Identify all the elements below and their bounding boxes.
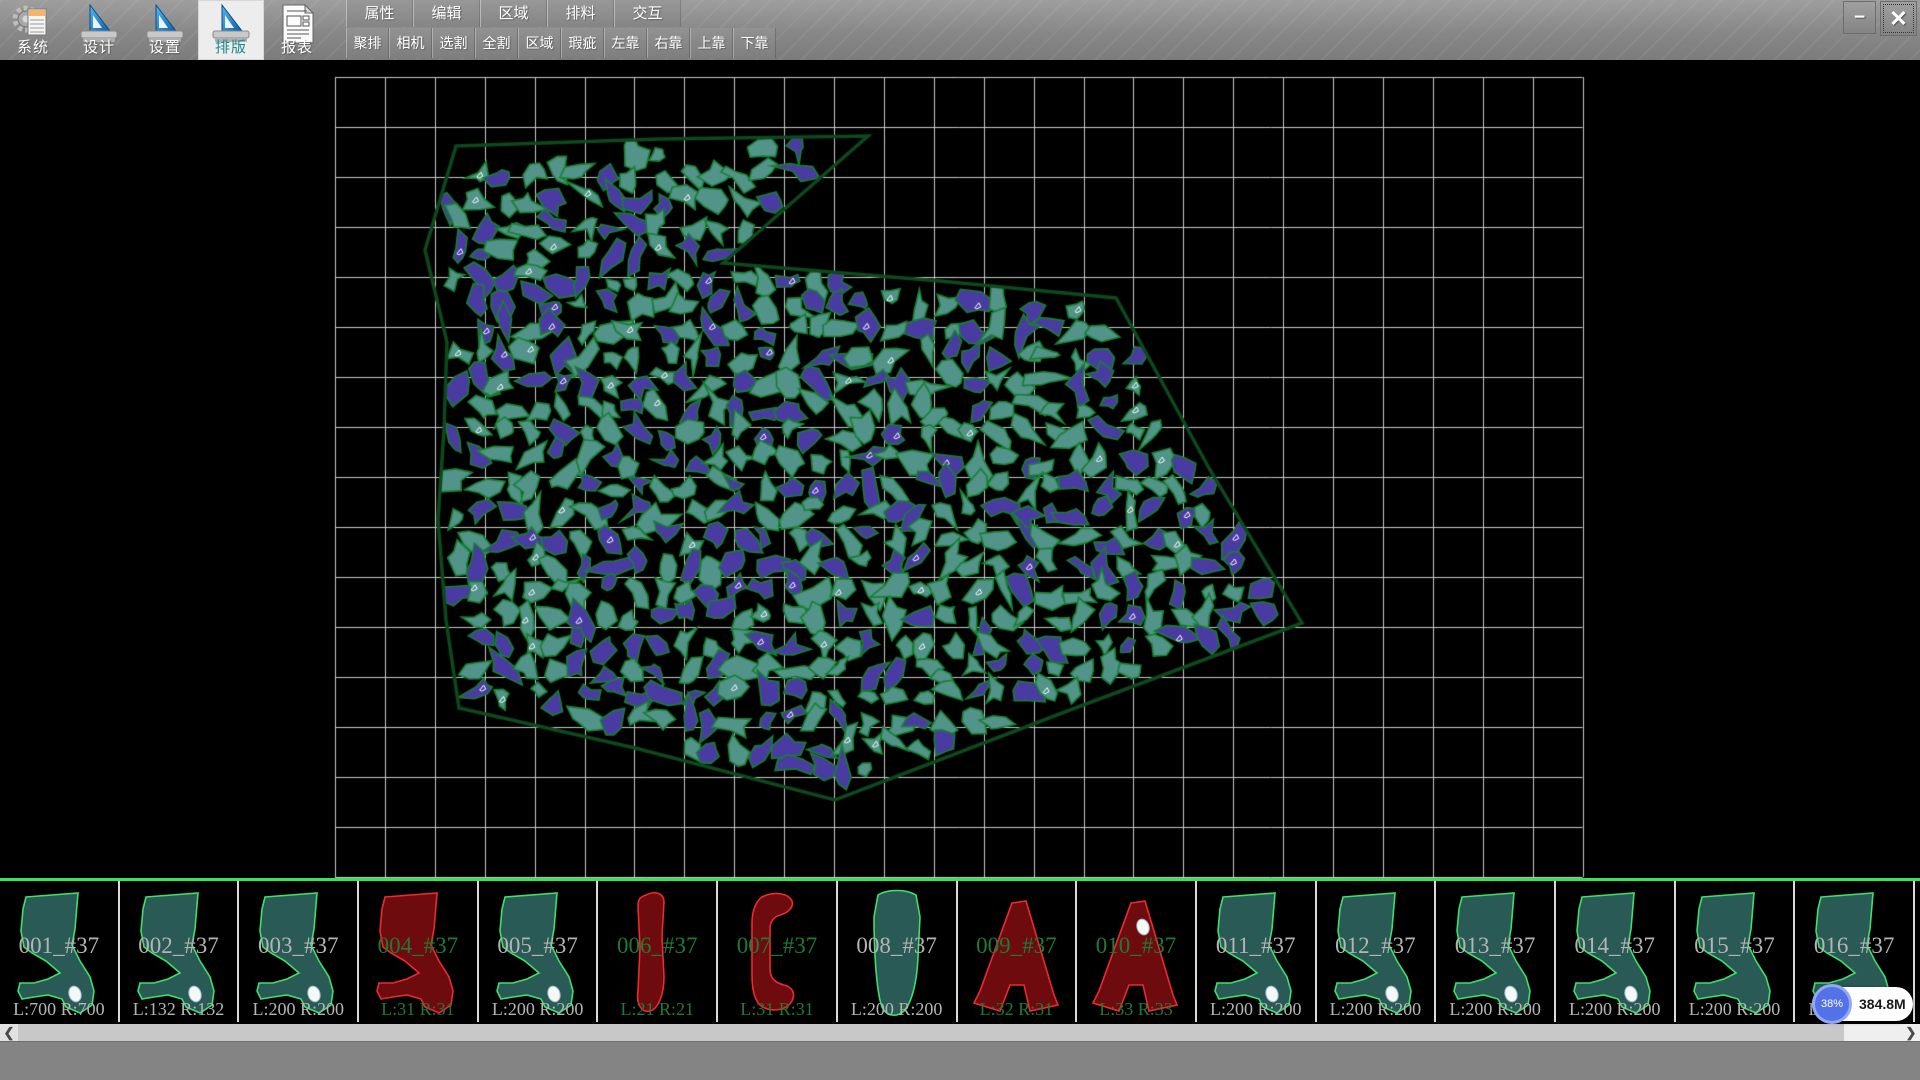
tool-item-9[interactable]: 上靠: [690, 28, 733, 58]
piece-id-label: 004_#37: [359, 933, 477, 959]
piece-id-label: 003_#37: [239, 933, 357, 959]
piece-lr-count-label: L:32 R:31: [958, 999, 1076, 1020]
piece-lr-count-label: L:200 R:200: [1317, 999, 1435, 1020]
piece-id-label: 001_#37: [0, 933, 118, 959]
tool-item-8[interactable]: 右靠: [647, 28, 690, 58]
piece-id-label: 010_#37: [1077, 933, 1195, 959]
menu-item-2[interactable]: 编辑: [413, 0, 480, 27]
piece-thumbnail-3[interactable]: 003_#37 L:200 R:200: [239, 881, 359, 1022]
tool-item-1[interactable]: 聚排: [346, 28, 389, 58]
piece-lr-count-label: L:200 R:200: [239, 999, 357, 1020]
piece-id-label: 016_#37: [1795, 933, 1913, 959]
piece-lr-count-label: L:200 R:200: [1556, 999, 1674, 1020]
nesting-canvas[interactable]: [0, 60, 1920, 878]
horizontal-scrollbar[interactable]: ❮ ❯: [0, 1024, 1920, 1041]
piece-id-label: 006_#37: [598, 933, 716, 959]
window-controls: − ✕: [1843, 1, 1917, 36]
piece-lr-count-label: L:200 R:200: [1436, 999, 1554, 1020]
memory-usage-badge[interactable]: 38% 384.8M: [1812, 987, 1913, 1021]
main-button-5[interactable]: 报表: [264, 0, 330, 60]
piece-id-label: 013_#37: [1436, 933, 1554, 959]
piece-thumbnail-10[interactable]: 010_#37 L:33 R:33: [1077, 881, 1197, 1022]
piece-lr-count-label: L:31 R:31: [718, 999, 836, 1020]
tool-item-7[interactable]: 左靠: [604, 28, 647, 58]
scroll-right-icon[interactable]: ❯: [1902, 1024, 1920, 1041]
main-button-4[interactable]: 排版: [198, 0, 264, 60]
memory-value-label: 384.8M: [1859, 987, 1906, 1021]
main-button-label: 系统: [0, 36, 66, 57]
piece-thumbnail-12[interactable]: 012_#37 L:200 R:200: [1317, 881, 1437, 1022]
scrollbar-thumb[interactable]: [18, 1024, 1844, 1041]
tool-item-2[interactable]: 相机: [389, 28, 432, 58]
piece-id-label: 005_#37: [479, 933, 597, 959]
piece-lr-count-label: L:21 R:21: [598, 999, 716, 1020]
piece-thumbnail-11[interactable]: 011_#37 L:200 R:200: [1197, 881, 1317, 1022]
application-window: 系统设计设置排版报表 属性编辑区域排料交互 聚排相机选割全割区域瑕疵左靠右靠上靠…: [0, 0, 1920, 1080]
minimize-button[interactable]: −: [1843, 1, 1876, 34]
piece-thumbnail-17[interactable]: [1915, 881, 1920, 1022]
piece-lr-count-label: L:200 R:200: [1676, 999, 1794, 1020]
piece-thumbnail-9[interactable]: 009_#37 L:32 R:31: [958, 881, 1078, 1022]
tool-bar: 聚排相机选割全割区域瑕疵左靠右靠上靠下靠: [346, 28, 776, 58]
menu-item-1[interactable]: 属性: [346, 0, 413, 27]
menu-item-5[interactable]: 交互: [614, 0, 681, 27]
piece-id-label: 007_#37: [718, 933, 836, 959]
main-button-2[interactable]: 设计: [66, 0, 132, 60]
main-button-label: 设计: [66, 36, 132, 57]
main-button-bar: 系统设计设置排版报表: [0, 0, 330, 60]
piece-thumbnail-1[interactable]: 001_#37 L:700 R:700: [0, 881, 120, 1022]
piece-thumbnail-6[interactable]: 006_#37 L:21 R:21: [598, 881, 718, 1022]
piece-id-label: 008_#37: [838, 933, 956, 959]
piece-lr-count-label: L:200 R:200: [479, 999, 597, 1020]
piece-thumbnail-15[interactable]: 015_#37 L:200 R:200: [1676, 881, 1796, 1022]
piece-thumbnail-4[interactable]: 004_#37 L:31 R:31: [359, 881, 479, 1022]
piece-lr-count-label: L:200 R:200: [1197, 999, 1315, 1020]
tool-item-3[interactable]: 选割: [432, 28, 475, 58]
menu-bar: 属性编辑区域排料交互: [346, 0, 681, 27]
piece-thumbnail-14[interactable]: 014_#37 L:200 R:200: [1556, 881, 1676, 1022]
tool-item-10[interactable]: 下靠: [733, 28, 776, 58]
piece-id-label: 011_#37: [1197, 933, 1315, 959]
piece-id-label: 014_#37: [1556, 933, 1674, 959]
tool-item-5[interactable]: 区域: [518, 28, 561, 58]
close-button[interactable]: ✕: [1880, 1, 1917, 36]
piece-thumbnail-7[interactable]: 007_#37 L:31 R:31: [718, 881, 838, 1022]
main-button-label: 设置: [132, 36, 198, 57]
piece-thumbnail-13[interactable]: 013_#37 L:200 R:200: [1436, 881, 1556, 1022]
piece-thumbnail-5[interactable]: 005_#37 L:200 R:200: [479, 881, 599, 1022]
tool-item-4[interactable]: 全割: [475, 28, 518, 58]
piece-lr-count-label: L:31 R:31: [359, 999, 477, 1020]
menu-item-3[interactable]: 区域: [480, 0, 547, 27]
scroll-left-icon[interactable]: ❮: [0, 1024, 18, 1041]
piece-lr-count-label: L:33 R:33: [1077, 999, 1195, 1020]
titlebar: 系统设计设置排版报表 属性编辑区域排料交互 聚排相机选割全割区域瑕疵左靠右靠上靠…: [0, 0, 1920, 60]
main-button-label: 排版: [198, 36, 264, 57]
piece-lr-count-label: L:200 R:200: [838, 999, 956, 1020]
piece-id-label: 015_#37: [1676, 933, 1794, 959]
piece-id-label: 002_#37: [120, 933, 238, 959]
piece-thumbnail-8[interactable]: 008_#37 L:200 R:200: [838, 881, 958, 1022]
piece-lr-count-label: L:132 R:132: [120, 999, 238, 1020]
piece-lr-count-label: L:700 R:700: [0, 999, 118, 1020]
main-button-label: 报表: [264, 36, 330, 57]
piece-id-label: 009_#37: [958, 933, 1076, 959]
tool-item-6[interactable]: 瑕疵: [561, 28, 604, 58]
main-button-3[interactable]: 设置: [132, 0, 198, 60]
bottom-status-bar: [0, 1041, 1920, 1080]
progress-percent-circle: 38%: [1812, 984, 1852, 1024]
piece-thumbnail-strip: 001_#37L:700 R:700002_#37L:132 R:132003_…: [0, 878, 1920, 1022]
main-button-1[interactable]: 系统: [0, 0, 66, 60]
piece-thumbnail-2[interactable]: 002_#37 L:132 R:132: [120, 881, 240, 1022]
menu-item-4[interactable]: 排料: [547, 0, 614, 27]
piece-id-label: 012_#37: [1317, 933, 1435, 959]
